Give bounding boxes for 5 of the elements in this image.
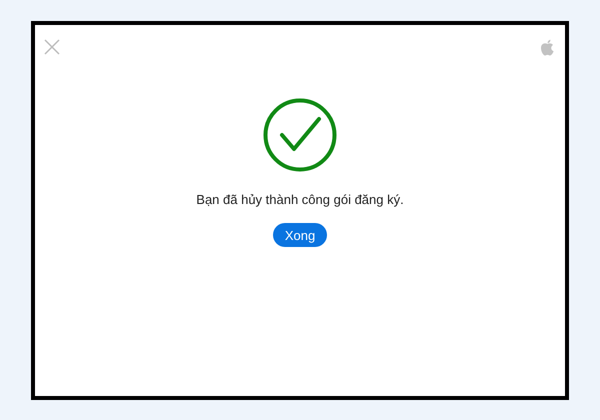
logo-icon (540, 39, 555, 56)
success-message: Bạn đã hủy thành công gói đăng ký. (196, 192, 404, 207)
success-check-icon (263, 98, 337, 172)
done-button[interactable]: Xong (272, 223, 328, 247)
close-icon[interactable] (44, 39, 60, 55)
